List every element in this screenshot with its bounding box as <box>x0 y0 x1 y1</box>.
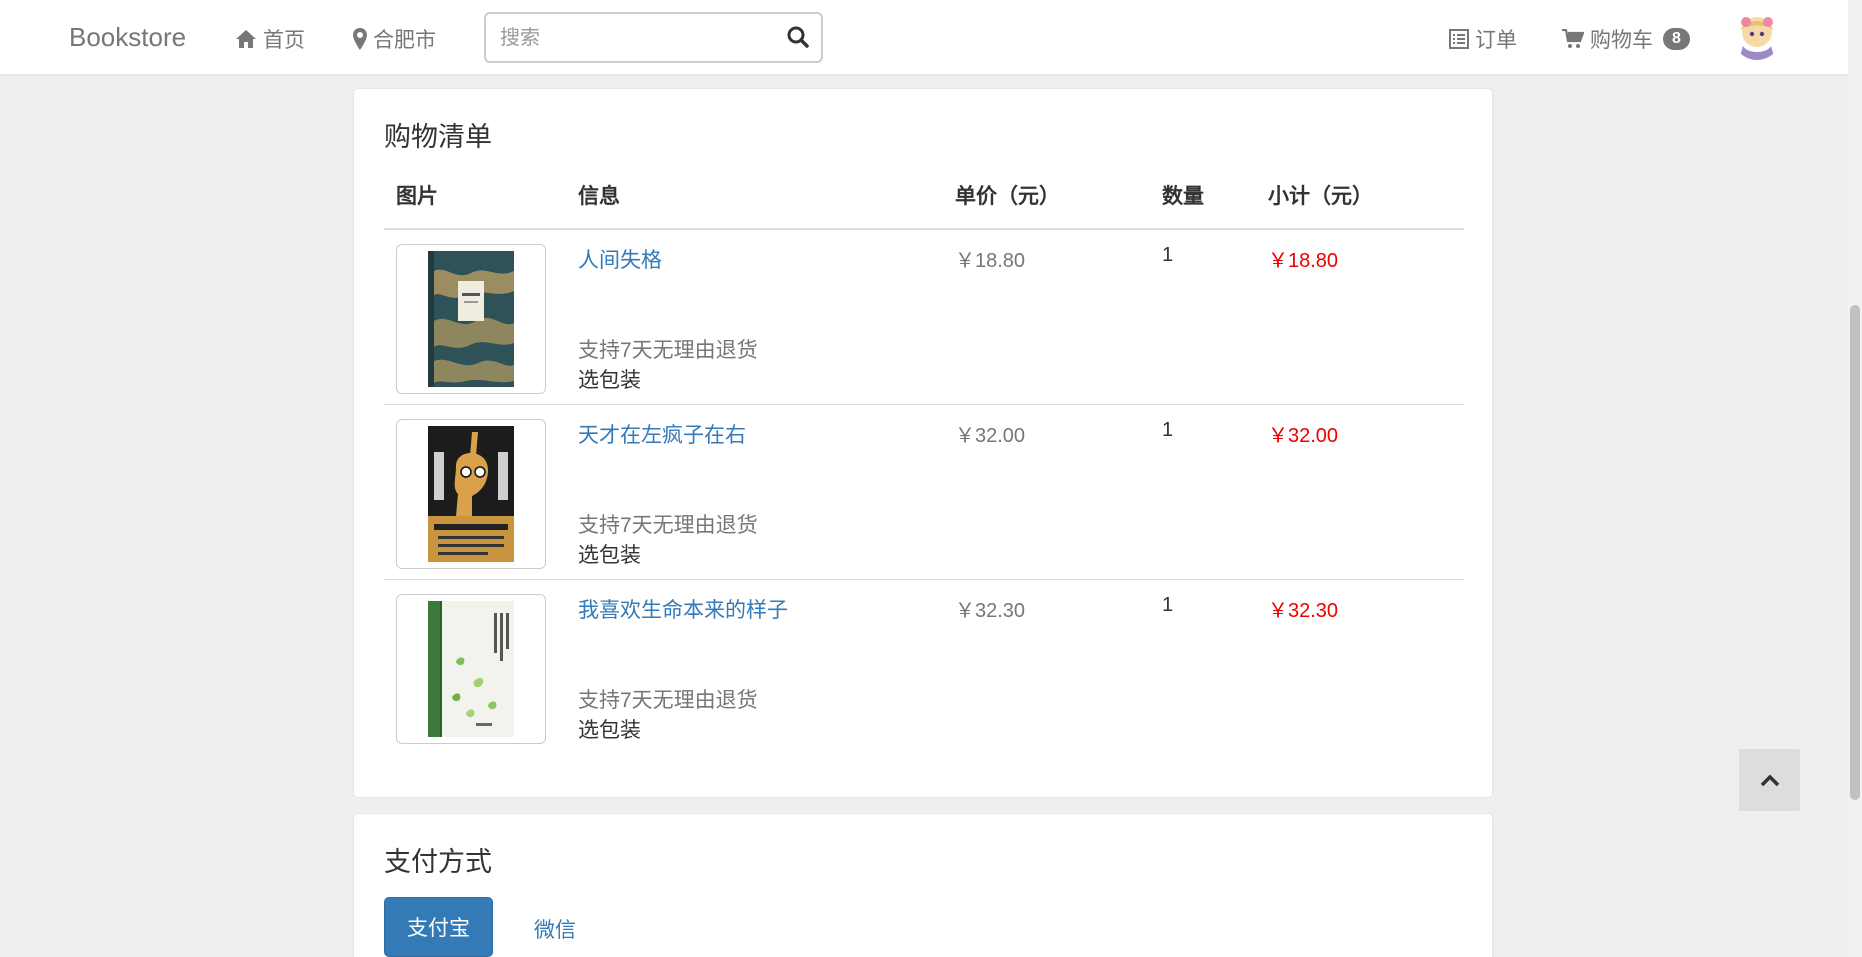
payment-title: 支付方式 <box>384 847 492 877</box>
search-button[interactable] <box>787 26 809 53</box>
payment-panel: 支付方式 支付宝 微信 <box>353 813 1493 957</box>
search-input[interactable] <box>500 24 770 52</box>
return-policy: 支持7天无理由退货 <box>578 513 758 537</box>
nav-home[interactable]: 首页 <box>235 24 305 54</box>
nav-orders[interactable]: 订单 <box>1449 24 1517 54</box>
list-icon <box>1449 29 1469 49</box>
pay-alipay-button[interactable]: 支付宝 <box>384 897 493 957</box>
cart-title: 购物清单 <box>384 122 492 152</box>
map-marker-icon <box>353 28 367 50</box>
book-cover-image <box>428 600 514 737</box>
subtotal: ￥32.30 <box>1268 599 1339 622</box>
cart-count-badge: 8 <box>1663 28 1690 50</box>
unit-price: ￥18.80 <box>955 250 1026 272</box>
unit-price: ￥32.00 <box>955 424 1026 447</box>
shopping-cart-icon <box>1562 29 1584 48</box>
top-navbar: Bookstore 首页 合肥市 订单 购物车 <box>0 0 1848 75</box>
book-title-link[interactable]: 人间失格 <box>578 244 943 274</box>
book-thumbnail[interactable] <box>396 244 546 394</box>
book-thumbnail[interactable] <box>396 593 546 744</box>
cart-table: 图片 信息 单价（元） 数量 小计（元） 人间失格 支持7天无理由退货 选包装 … <box>384 161 1464 754</box>
select-packaging[interactable]: 选包装 <box>578 714 641 744</box>
book-title-link[interactable]: 我喜欢生命本来的样子 <box>578 594 943 624</box>
book-thumbnail[interactable] <box>396 418 546 569</box>
book-cover-image <box>428 251 514 387</box>
col-header-quantity: 数量 <box>1150 161 1256 230</box>
search-icon <box>787 26 809 48</box>
cart-row: 我喜欢生命本来的样子 支持7天无理由退货 选包装 ￥32.30 1 ￥32.30 <box>384 579 1464 754</box>
home-icon <box>236 30 256 48</box>
quantity: 1 <box>1162 593 1174 616</box>
unit-price: ￥32.30 <box>955 599 1026 622</box>
cart-panel: 购物清单 图片 信息 单价（元） 数量 小计（元） 人间失格 支持7天无理由退货… <box>353 88 1493 798</box>
subtotal: ￥32.00 <box>1268 424 1339 447</box>
pay-wechat-link[interactable]: 微信 <box>534 914 576 944</box>
search-box <box>484 12 823 63</box>
col-header-subtotal: 小计（元） <box>1256 161 1464 230</box>
nav-cart[interactable]: 购物车 8 <box>1562 24 1690 54</box>
cart-row: 人间失格 支持7天无理由退货 选包装 ￥18.80 1 ￥18.80 <box>384 229 1464 405</box>
cart-row: 天才在左疯子在右 支持7天无理由退货 选包装 ￥32.00 1 ￥32.00 <box>384 404 1464 580</box>
select-packaging[interactable]: 选包装 <box>578 364 641 394</box>
return-policy: 支持7天无理由退货 <box>578 339 758 362</box>
nav-location[interactable]: 合肥市 <box>353 24 436 54</box>
col-header-image: 图片 <box>384 161 566 230</box>
subtotal: ￥18.80 <box>1268 250 1339 272</box>
cart-table-header: 图片 信息 单价（元） 数量 小计（元） <box>384 161 1464 230</box>
quantity: 1 <box>1162 418 1174 441</box>
return-policy: 支持7天无理由退货 <box>578 688 758 712</box>
book-cover-image <box>428 425 514 562</box>
nav-cart-label: 购物车 <box>1590 29 1653 52</box>
user-avatar[interactable] <box>1733 12 1781 60</box>
col-header-info: 信息 <box>566 161 943 230</box>
book-title-link[interactable]: 天才在左疯子在右 <box>578 419 943 449</box>
col-header-price: 单价（元） <box>943 161 1150 230</box>
chevron-up-icon <box>1760 774 1779 787</box>
scrollbar-thumb[interactable] <box>1850 305 1860 800</box>
nav-orders-label: 订单 <box>1475 29 1517 52</box>
select-packaging[interactable]: 选包装 <box>578 539 641 569</box>
back-to-top-button[interactable] <box>1739 749 1800 811</box>
quantity: 1 <box>1162 244 1174 266</box>
brand-logo[interactable]: Bookstore <box>69 22 186 53</box>
nav-home-label: 首页 <box>263 29 305 52</box>
nav-location-label: 合肥市 <box>373 29 436 52</box>
